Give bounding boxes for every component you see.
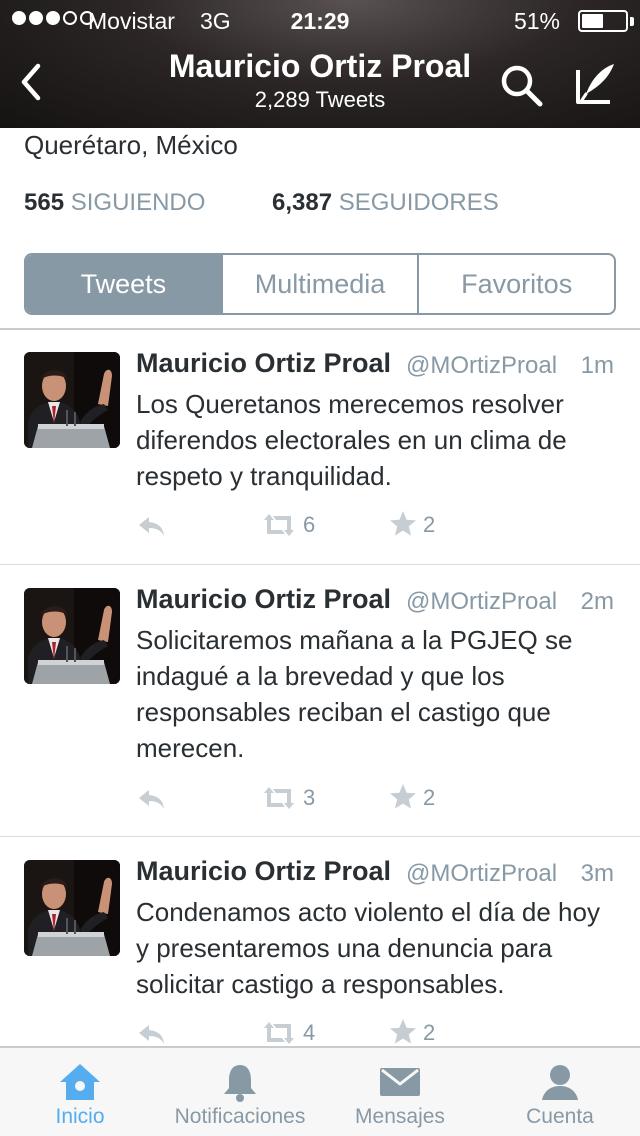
battery-percent: 51% (513, 8, 560, 34)
tweet-author-handle[interactable]: @MOrtizProal (406, 860, 557, 888)
profile-header: Movistar 3G 21:29 51% Mauricio Ortiz Pro… (0, 0, 640, 128)
tab-multimedia[interactable]: Multimedia (220, 255, 418, 313)
divider (0, 328, 640, 330)
tweet-timestamp: 2m (580, 588, 614, 615)
reply-icon (139, 790, 164, 809)
retweet-button[interactable] (260, 785, 298, 816)
reply-icon (139, 517, 164, 536)
search-icon (501, 65, 543, 107)
retweet-button[interactable] (260, 512, 298, 543)
tab-favoritos[interactable]: Favoritos (417, 255, 614, 313)
tweet-text: Condenamos acto violento el día de hoy y… (136, 897, 600, 999)
favorite-button[interactable] (389, 783, 417, 816)
tweet-text: Los Queretanos merecemos resolver difere… (136, 389, 567, 491)
tab-notificaciones[interactable]: Notificaciones (160, 1048, 320, 1136)
followers-label: SEGUIDORES (338, 189, 499, 216)
chevron-left-icon (21, 63, 41, 101)
retweet-icon (264, 787, 294, 809)
retweet-count: 4 (303, 1020, 316, 1045)
tweet-author-handle[interactable]: @MOrtizProal (406, 588, 557, 616)
compose-tweet-button[interactable] (574, 60, 620, 106)
reply-icon (139, 1025, 164, 1044)
avatar[interactable] (24, 860, 120, 956)
favorite-count: 2 (423, 512, 436, 537)
page-title: Mauricio Ortiz Proal (168, 48, 472, 84)
star-icon (390, 784, 416, 809)
back-button[interactable] (16, 62, 48, 102)
favorite-button[interactable] (389, 510, 417, 543)
star-icon (390, 511, 416, 536)
user-icon (542, 1065, 578, 1100)
tab-cuenta[interactable]: Cuenta (480, 1048, 640, 1136)
tab-label: Mensajes (355, 1105, 445, 1128)
profile-tabs: Tweets Multimedia Favoritos (24, 253, 616, 315)
reply-button[interactable] (136, 512, 168, 543)
envelope-icon (380, 1068, 420, 1096)
tweet-count: 2,289 Tweets (254, 87, 386, 112)
divider (0, 564, 640, 565)
favorite-count: 2 (423, 785, 436, 810)
status-bar: Movistar 3G 21:29 51% (0, 0, 640, 40)
avatar[interactable] (24, 588, 120, 684)
home-icon (60, 1064, 100, 1100)
compose-tweet-icon (576, 64, 614, 104)
followers-count: 6,387 (272, 189, 333, 216)
followers-stat[interactable]: 6,387 SEGUIDORES (272, 186, 499, 220)
tweet-author-name[interactable]: Mauricio Ortiz Proal (136, 856, 391, 887)
retweet-count: 3 (303, 785, 316, 810)
tab-label: Cuenta (526, 1105, 594, 1128)
tweet-timestamp: 1m (580, 352, 614, 379)
tab-mensajes[interactable]: Mensajes (320, 1048, 480, 1136)
profile-location: Querétaro, México (24, 130, 238, 160)
tweet-text: Solicitaremos mañana a la PGJEQ se indag… (136, 625, 573, 763)
retweet-icon (264, 1022, 294, 1044)
tweet-author-name[interactable]: Mauricio Ortiz Proal (136, 348, 391, 379)
tab-tweets[interactable]: Tweets (26, 255, 221, 313)
star-icon (390, 1019, 416, 1044)
retweet-icon (264, 514, 294, 536)
tweet-author-handle[interactable]: @MOrtizProal (406, 352, 557, 380)
tweet-author-name[interactable]: Mauricio Ortiz Proal (136, 584, 391, 615)
reply-button[interactable] (136, 785, 168, 816)
bell-icon (224, 1065, 256, 1102)
search-button[interactable] (498, 62, 544, 108)
following-count: 565 (24, 189, 65, 216)
tweet-timestamp: 3m (580, 860, 614, 887)
tab-inicio[interactable]: Inicio (0, 1048, 160, 1136)
tab-label: Notificaciones (174, 1105, 306, 1128)
retweet-count: 6 (303, 512, 316, 537)
following-stat[interactable]: 565 SIGUIENDO (24, 186, 205, 220)
tab-label: Inicio (55, 1105, 105, 1128)
battery-tip (630, 17, 634, 26)
favorite-count: 2 (423, 1020, 436, 1045)
following-label: SIGUIENDO (70, 189, 206, 216)
bottom-tab-bar: Inicio Notificaciones Mensajes Cuenta (0, 1046, 640, 1136)
battery-icon (578, 10, 628, 32)
divider (0, 836, 640, 837)
avatar[interactable] (24, 352, 120, 448)
